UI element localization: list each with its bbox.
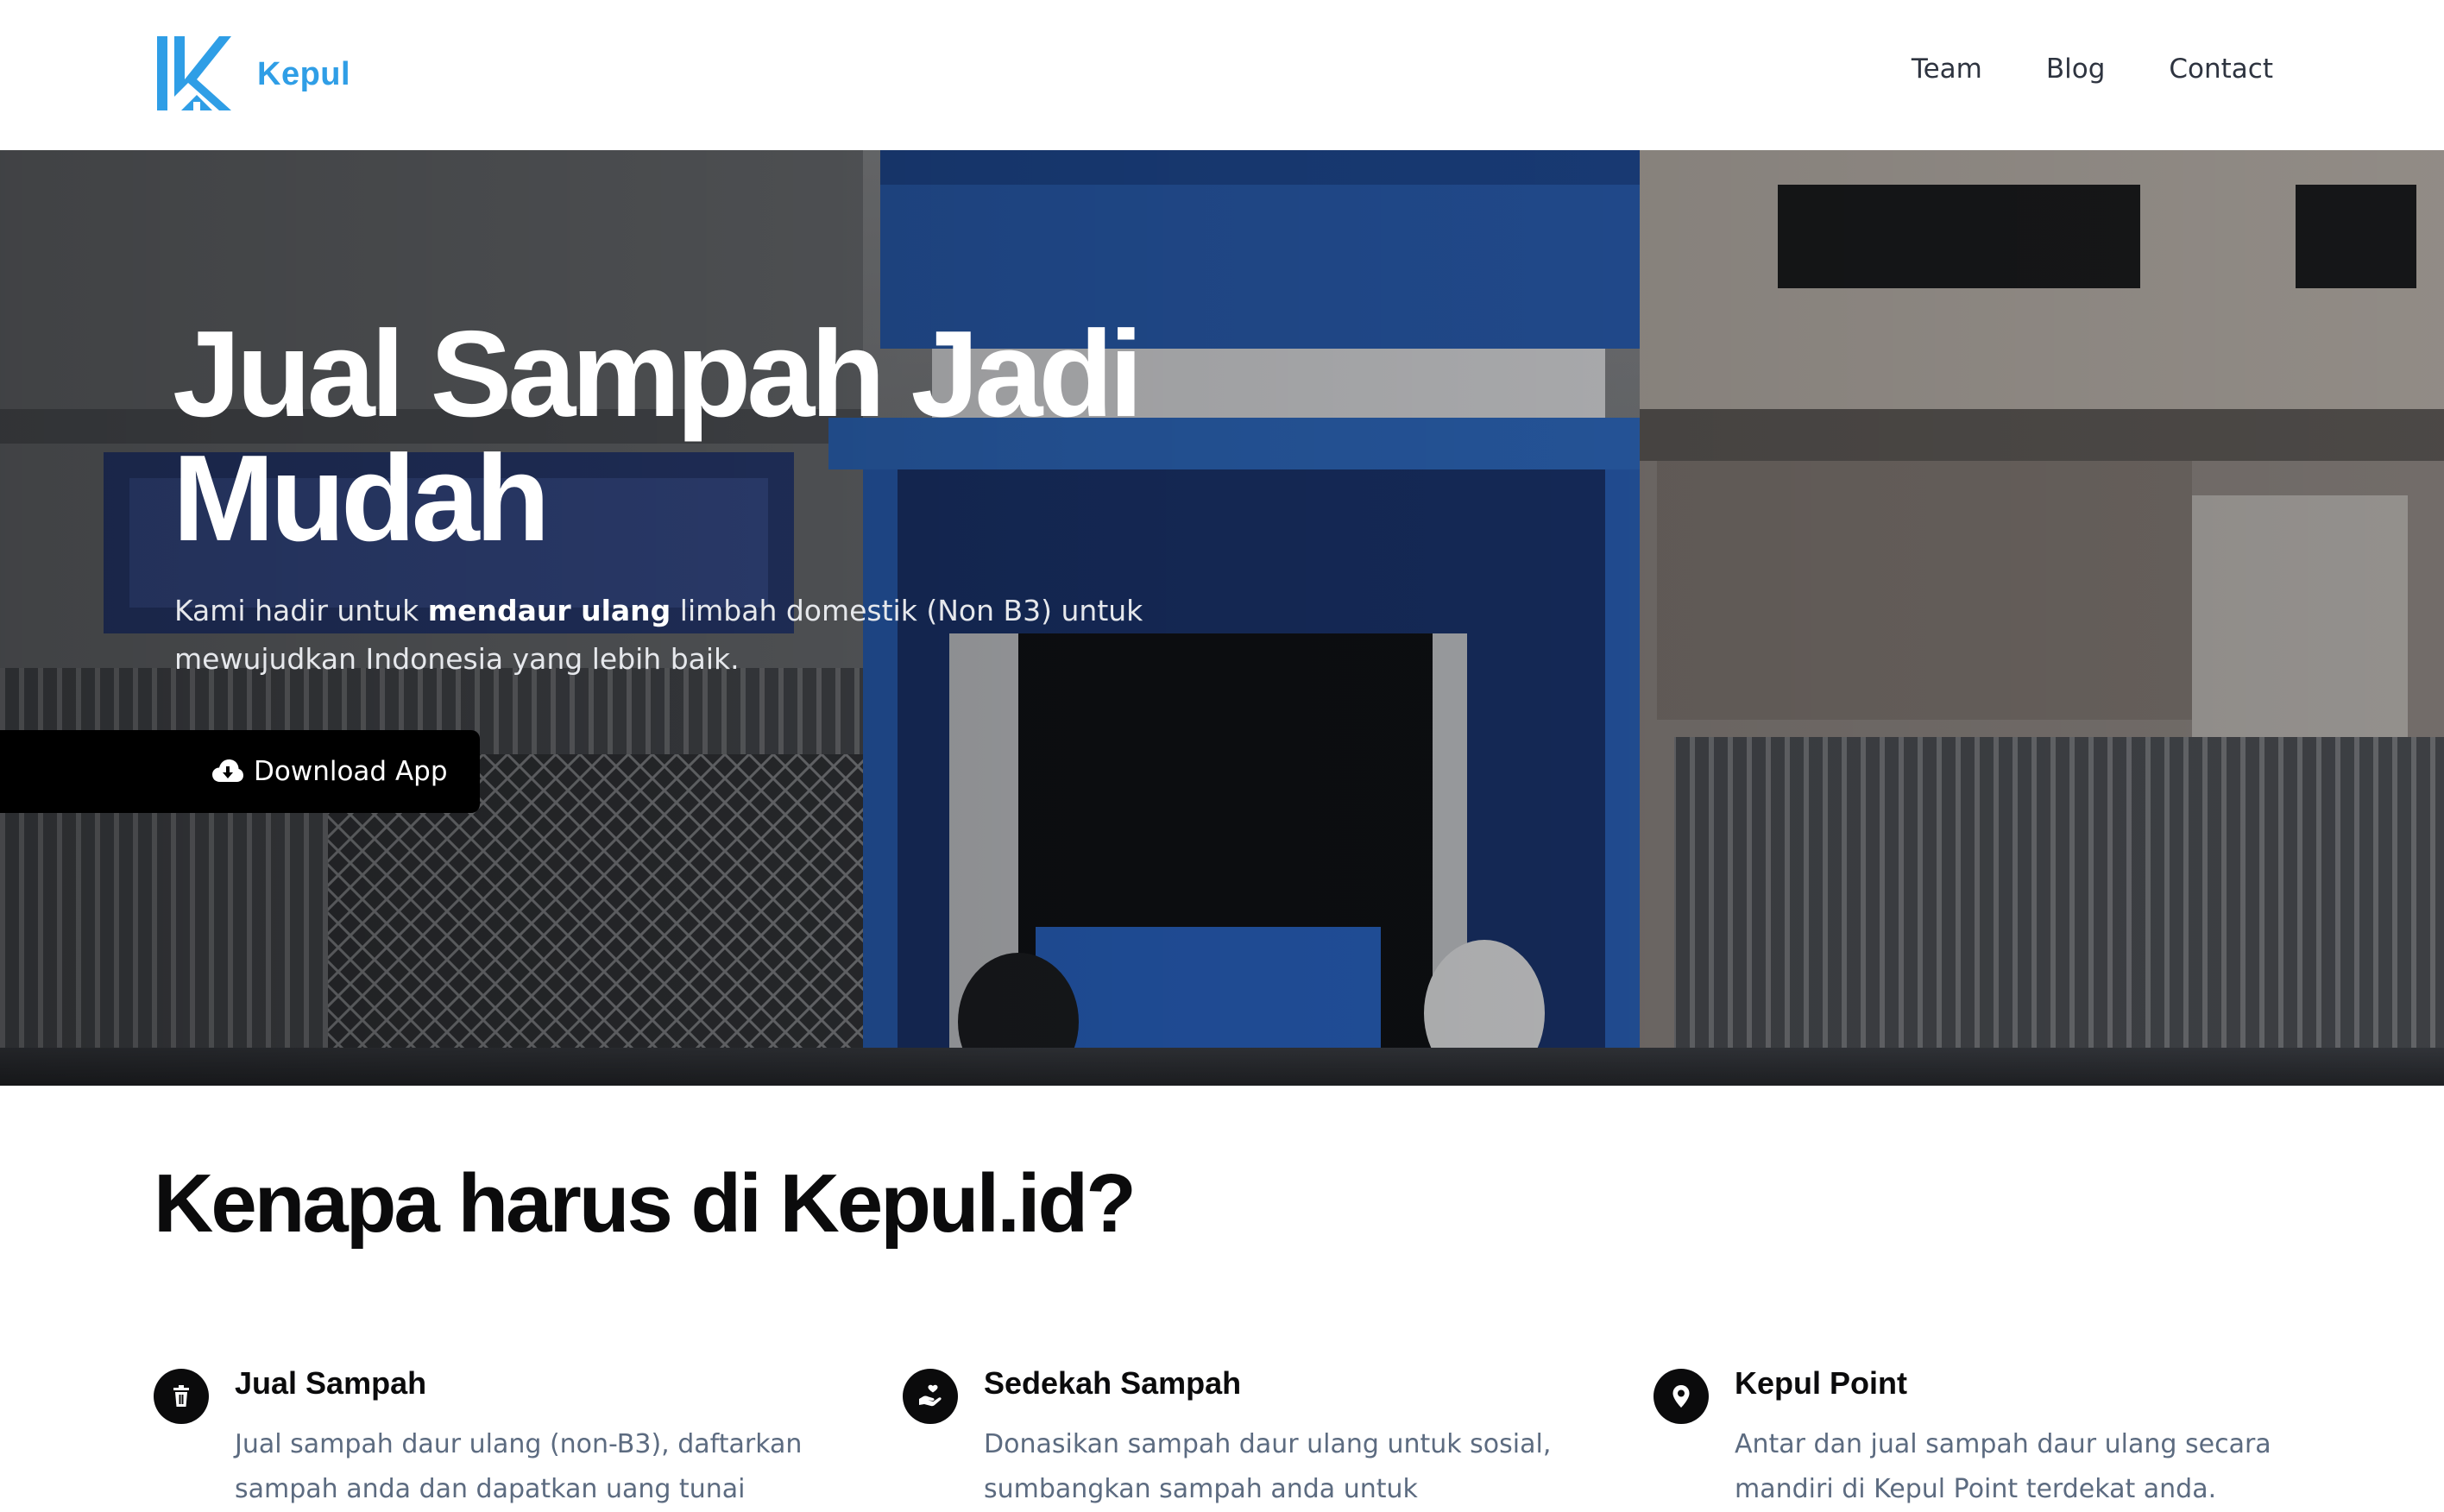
hero-description-emphasis: mendaur ulang <box>427 594 671 627</box>
download-app-button[interactable]: Download App <box>0 730 480 813</box>
hero-title: Jual Sampah Jadi Mudah <box>173 306 1143 567</box>
site-header: Kepul Team Blog Contact <box>0 0 2444 150</box>
cloud-download-icon <box>212 759 243 782</box>
kepul-logo-icon <box>157 36 231 110</box>
nav-blog-link[interactable]: Blog <box>2046 54 2106 85</box>
hero-section: Jual Sampah Jadi Mudah Kami hadir untuk … <box>0 150 2444 1086</box>
brand-name: Kepul <box>257 55 351 92</box>
feature-description: Antar dan jual sampah daur ulang secara … <box>1735 1429 2271 1504</box>
hero-description: Kami hadir untuk mendaur ulang limbah do… <box>174 587 1210 684</box>
map-pin-icon <box>1653 1369 1709 1424</box>
why-section-title: Kenapa harus di Kepul.id? <box>154 1157 1137 1250</box>
feature-description: Donasikan sampah daur ulang untuk sosial… <box>984 1429 1552 1504</box>
main-nav: Team Blog Contact <box>1912 54 2273 85</box>
feature-title: Kepul Point <box>1735 1365 1907 1401</box>
feature-description: Jual sampah daur ulang (non-B3), daftark… <box>235 1429 803 1504</box>
trash-icon <box>154 1369 209 1424</box>
feature-title: Jual Sampah <box>235 1365 427 1401</box>
download-app-label: Download App <box>254 756 448 787</box>
hero-description-lead: Kami hadir untuk <box>174 594 428 627</box>
hand-heart-icon <box>903 1369 958 1424</box>
nav-team-link[interactable]: Team <box>1912 54 1982 85</box>
nav-contact-link[interactable]: Contact <box>2169 54 2273 85</box>
brand-home-link[interactable]: Kepul <box>155 35 350 114</box>
feature-title: Sedekah Sampah <box>984 1365 1242 1401</box>
